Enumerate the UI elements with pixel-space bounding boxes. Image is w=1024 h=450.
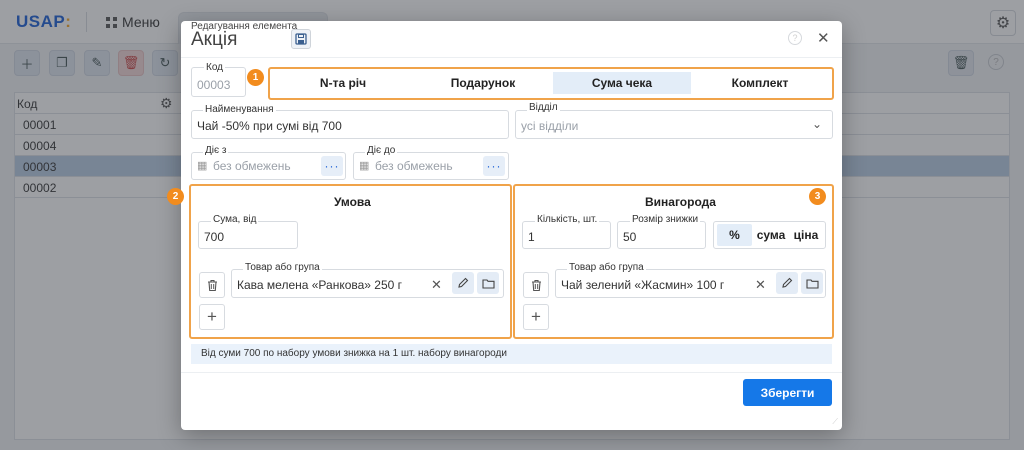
edit-dialog: Редагування елемента Акція ? ✕ Код 00003… <box>167 21 842 430</box>
calendar-icon: ▦ <box>359 160 370 172</box>
reward-title: Винагорода <box>645 195 716 209</box>
reward-qty-label: Кількість, шт. <box>535 214 600 225</box>
date-from-label: Діє з <box>203 145 229 156</box>
discount-mode-sum[interactable]: сума <box>754 224 788 246</box>
date-from-picker-button[interactable]: ··· <box>321 156 343 176</box>
header-divider <box>181 57 842 58</box>
clear-icon[interactable]: ✕ <box>431 277 442 293</box>
reward-discount-label: Розмір знижки <box>630 214 701 225</box>
close-icon[interactable]: ✕ <box>817 29 830 47</box>
reward-qty-value[interactable]: 1 <box>528 230 535 244</box>
dialog-title: Акція <box>191 29 238 50</box>
condition-product-label: Товар або група <box>243 262 322 273</box>
reward-qty-field[interactable] <box>522 221 611 249</box>
calendar-icon: ▦ <box>197 160 208 172</box>
tab-nth-item[interactable]: N-та річ <box>274 72 412 94</box>
edit-pencil-icon[interactable] <box>452 272 474 294</box>
folder-icon[interactable] <box>477 272 499 294</box>
reward-discount-value[interactable]: 50 <box>623 230 636 244</box>
chevron-down-icon[interactable]: ⌄ <box>812 117 822 131</box>
discount-mode-percent[interactable]: % <box>717 224 752 246</box>
folder-icon[interactable] <box>801 272 823 294</box>
edit-pencil-icon[interactable] <box>776 272 798 294</box>
date-from-value: без обмежень <box>213 159 291 173</box>
date-to-picker-button[interactable]: ··· <box>483 156 505 176</box>
name-value[interactable]: Чай -50% при сумі від 700 <box>197 119 342 133</box>
code-value: 00003 <box>197 78 231 92</box>
date-to-label: Діє до <box>365 145 398 156</box>
step-badge-1: 1 <box>247 69 264 86</box>
reward-product-label: Товар або група <box>567 262 646 273</box>
add-plus-icon[interactable]: + <box>199 304 225 330</box>
help-icon[interactable]: ? <box>788 31 802 45</box>
save-button[interactable]: Зберегти <box>743 379 832 406</box>
add-plus-icon[interactable]: + <box>523 304 549 330</box>
footer-divider <box>181 372 842 373</box>
department-label: Відділ <box>527 102 560 113</box>
step-badge-2: 2 <box>167 188 184 205</box>
discount-mode-price[interactable]: ціна <box>789 224 823 246</box>
delete-trash-icon[interactable] <box>523 272 549 298</box>
condition-product-value: Кава мелена «Ранкова» 250 г <box>237 278 403 292</box>
delete-trash-icon[interactable] <box>199 272 225 298</box>
tab-gift[interactable]: Подарунок <box>414 72 552 94</box>
name-label: Найменування <box>203 104 276 115</box>
department-value: усі відділи <box>521 119 579 133</box>
clear-icon[interactable]: ✕ <box>755 277 766 293</box>
reward-product-value: Чай зелений «Жасмин» 100 г <box>561 278 725 292</box>
condition-sum-value[interactable]: 700 <box>204 230 224 244</box>
tab-bundle[interactable]: Комплект <box>693 72 827 94</box>
rule-summary: Від суми 700 по набору умови знижка на 1… <box>191 344 832 364</box>
step-badge-3: 3 <box>809 188 826 205</box>
resize-handle-icon[interactable]: ⟋ <box>832 417 838 427</box>
code-label: Код <box>204 62 226 73</box>
save-icon[interactable] <box>291 29 311 49</box>
condition-sum-label: Сума, від <box>211 214 259 225</box>
condition-title: Умова <box>334 195 371 209</box>
date-to-value: без обмежень <box>375 159 453 173</box>
tab-receipt-sum[interactable]: Сума чека <box>553 72 691 94</box>
